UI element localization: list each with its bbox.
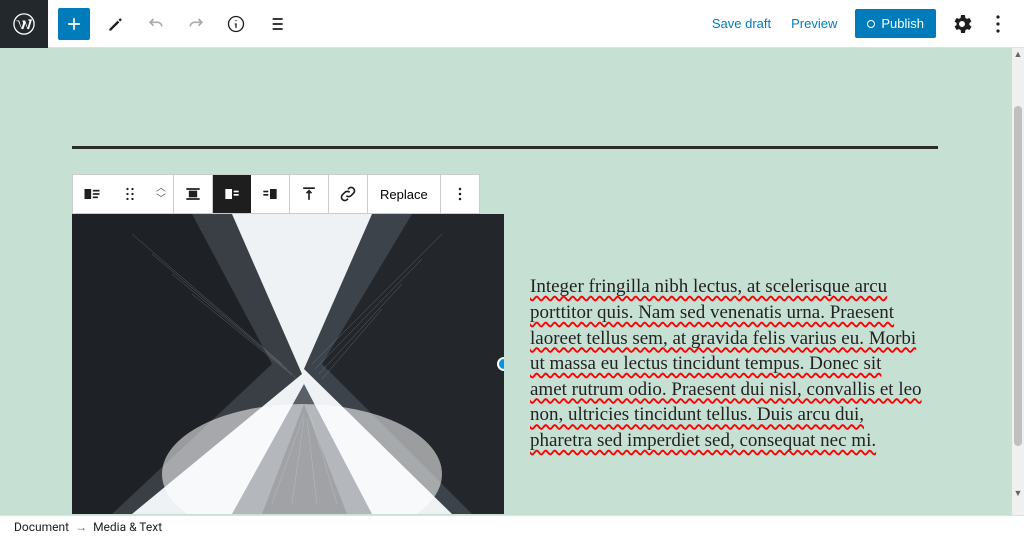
editor-canvas[interactable]: ︿ ﹀ bbox=[0, 48, 1012, 515]
block-movers[interactable]: ︿ ﹀ bbox=[149, 175, 173, 213]
link-button[interactable] bbox=[329, 175, 367, 213]
media-right-icon bbox=[260, 184, 280, 204]
text-column[interactable]: Integer fringilla nibh lectus, at sceler… bbox=[504, 255, 938, 472]
status-dot-icon bbox=[867, 20, 875, 28]
media-image[interactable] bbox=[72, 214, 504, 514]
edit-mode-button[interactable] bbox=[98, 6, 134, 42]
breadcrumb-separator-icon: → bbox=[75, 520, 87, 534]
block-type-button[interactable] bbox=[73, 175, 111, 213]
media-left-button[interactable] bbox=[213, 175, 251, 213]
drag-handle-button[interactable] bbox=[111, 175, 149, 213]
media-text-block[interactable]: Integer fringilla nibh lectus, at sceler… bbox=[72, 214, 938, 514]
outline-button[interactable] bbox=[258, 6, 294, 42]
drag-icon bbox=[120, 184, 140, 204]
kebab-icon bbox=[450, 184, 470, 204]
vertical-align-button[interactable] bbox=[290, 175, 328, 213]
undo-button[interactable] bbox=[138, 6, 174, 42]
paragraph-content[interactable]: Integer fringilla nibh lectus, at sceler… bbox=[530, 274, 922, 453]
scroll-down-icon[interactable]: ▼ bbox=[1012, 487, 1024, 499]
more-options-button[interactable] bbox=[980, 6, 1016, 42]
block-toolbar: ︿ ﹀ bbox=[72, 174, 480, 214]
media-text-icon bbox=[82, 184, 102, 204]
save-draft-button[interactable]: Save draft bbox=[702, 10, 781, 37]
publish-button[interactable]: Publish bbox=[855, 9, 936, 38]
settings-button[interactable] bbox=[944, 6, 980, 42]
media-right-button[interactable] bbox=[251, 175, 289, 213]
replace-button[interactable]: Replace bbox=[368, 187, 440, 202]
chevron-down-icon: ﹀ bbox=[156, 194, 166, 205]
resize-handle[interactable] bbox=[497, 357, 504, 371]
canvas-wrap: ︿ ﹀ bbox=[0, 48, 1024, 515]
add-block-button[interactable] bbox=[58, 8, 90, 40]
block-more-button[interactable] bbox=[441, 175, 479, 213]
kebab-icon bbox=[986, 12, 1010, 36]
block-breadcrumb: Document → Media & Text bbox=[0, 515, 1024, 537]
editor-topbar: Save draft Preview Publish bbox=[0, 0, 1024, 48]
media-left-icon bbox=[222, 184, 242, 204]
topbar-right: Save draft Preview Publish bbox=[702, 6, 1016, 42]
separator-block[interactable] bbox=[72, 146, 938, 149]
align-button[interactable] bbox=[174, 175, 212, 213]
gear-icon bbox=[950, 12, 974, 36]
topbar-left bbox=[0, 0, 296, 47]
valign-top-icon bbox=[299, 184, 319, 204]
redo-button[interactable] bbox=[178, 6, 214, 42]
chevron-up-icon: ︿ bbox=[156, 183, 166, 194]
wordpress-logo[interactable] bbox=[0, 0, 48, 48]
link-icon bbox=[338, 184, 358, 204]
publish-label: Publish bbox=[881, 16, 924, 31]
scrollbar[interactable]: ▲ ▼ bbox=[1012, 48, 1024, 515]
scroll-up-icon[interactable]: ▲ bbox=[1012, 48, 1024, 60]
breadcrumb-current[interactable]: Media & Text bbox=[93, 520, 162, 534]
preview-button[interactable]: Preview bbox=[781, 10, 847, 37]
skyscrapers-image bbox=[72, 214, 504, 514]
align-icon bbox=[183, 184, 203, 204]
scrollbar-thumb[interactable] bbox=[1014, 106, 1022, 446]
details-button[interactable] bbox=[218, 6, 254, 42]
breadcrumb-root[interactable]: Document bbox=[14, 520, 69, 534]
